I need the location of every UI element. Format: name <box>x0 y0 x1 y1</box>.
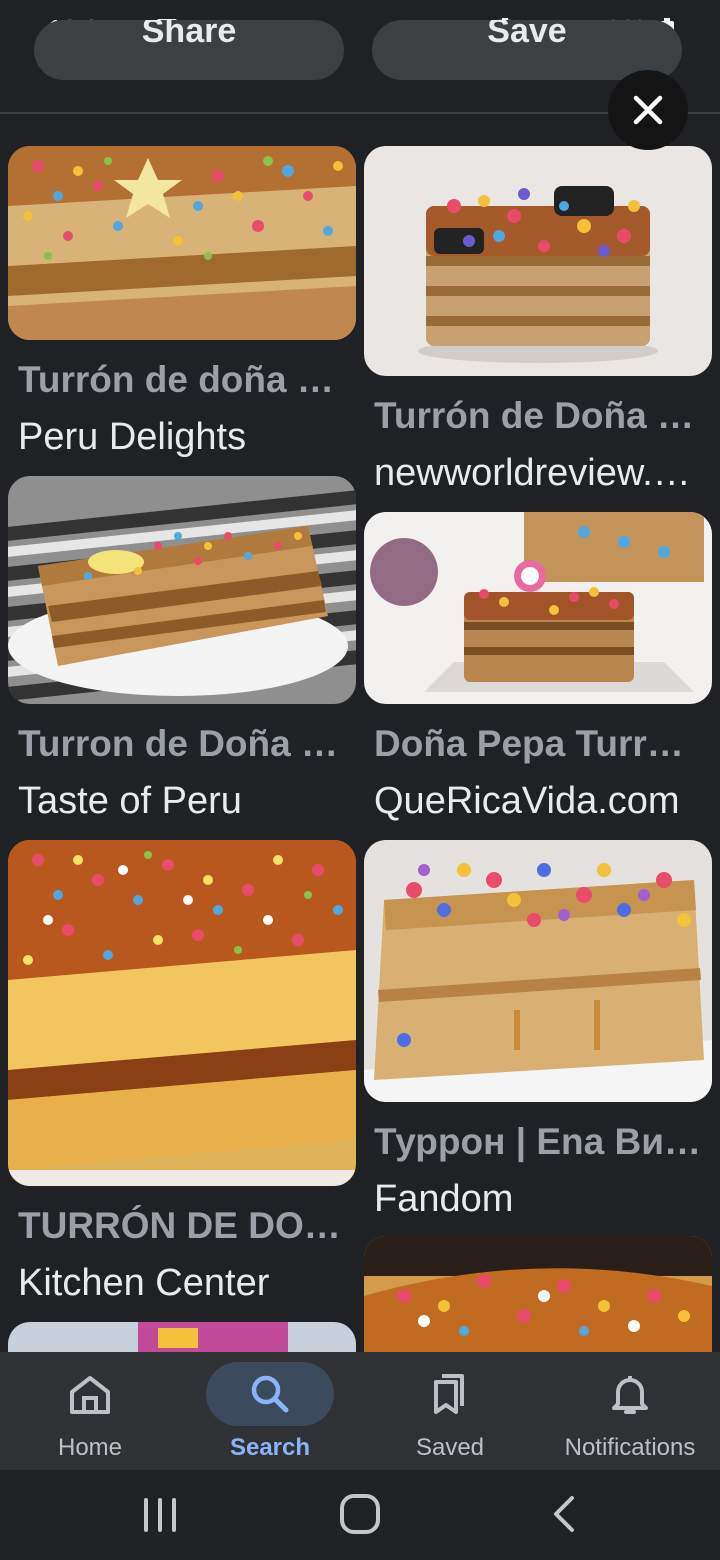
result-title[interactable]: Turron de Doña … <box>8 722 356 766</box>
result-thumbnail[interactable] <box>364 146 712 376</box>
save-button-label: Save <box>487 20 567 50</box>
bell-icon <box>606 1372 654 1421</box>
result-card[interactable]: Turron de Doña … Taste of Peru <box>8 476 356 824</box>
result-source[interactable]: newworldreview.… <box>364 450 712 496</box>
result-source[interactable]: Kitchen Center <box>8 1260 356 1306</box>
result-thumbnail[interactable] <box>364 1236 712 1352</box>
result-source[interactable]: Taste of Peru <box>8 778 356 824</box>
saved-icon <box>426 1372 474 1421</box>
result-source[interactable]: Peru Delights <box>8 414 356 460</box>
result-source[interactable]: Fandom <box>364 1176 712 1222</box>
result-title[interactable]: Doña Pepa Turr… <box>364 722 712 766</box>
share-button-label: Share <box>141 20 237 50</box>
home-icon <box>66 1372 114 1421</box>
nav-notifications[interactable]: Notifications <box>540 1352 720 1470</box>
image-results-grid: Turrón de doña … Peru Delights Turrón de <box>0 114 720 1352</box>
nav-search-label: Search <box>229 1434 311 1461</box>
nav-saved-label: Saved <box>415 1434 485 1461</box>
result-title[interactable]: Туррон | Ena Ви… <box>364 1120 712 1164</box>
result-thumbnail[interactable] <box>8 840 356 1186</box>
result-card[interactable]: Туррон | Ena Ви… Fandom <box>364 840 712 1222</box>
nav-search[interactable]: Search <box>180 1352 360 1470</box>
recents-icon[interactable] <box>140 1492 180 1541</box>
nav-saved[interactable]: Saved <box>360 1352 540 1470</box>
result-thumbnail[interactable] <box>8 146 356 340</box>
result-title[interactable]: Turrón de Doña … <box>364 394 712 438</box>
result-card[interactable]: Turrón de doña … Peru Delights <box>8 146 356 460</box>
system-navigation <box>0 1470 720 1560</box>
result-title[interactable]: Turrón de doña … <box>8 358 356 402</box>
back-icon[interactable] <box>544 1492 584 1541</box>
result-thumbnail[interactable] <box>364 840 712 1102</box>
result-source[interactable]: QueRicaVida.com <box>364 778 712 824</box>
home-circle-icon[interactable] <box>338 1492 382 1541</box>
result-card[interactable]: Turrón de Doña … newworldreview.… <box>364 146 712 496</box>
nav-notifications-label: Notifications <box>564 1434 696 1461</box>
result-card[interactable] <box>8 1322 356 1352</box>
bottom-navigation: Home Search Saved Notifications <box>0 1352 720 1470</box>
result-card[interactable] <box>364 1236 712 1352</box>
nav-home-label: Home <box>57 1434 123 1461</box>
result-title[interactable]: TURRÓN DE DO… <box>8 1204 356 1248</box>
result-card[interactable]: Doña Pepa Turr… QueRicaVida.com <box>364 512 712 824</box>
result-thumbnail[interactable] <box>8 476 356 704</box>
close-button[interactable] <box>608 70 688 150</box>
search-icon <box>246 1372 294 1421</box>
result-card[interactable]: TURRÓN DE DO… Kitchen Center <box>8 840 356 1306</box>
result-thumbnail[interactable] <box>8 1322 356 1352</box>
share-button[interactable]: Share <box>34 20 344 80</box>
result-thumbnail[interactable] <box>364 512 712 704</box>
nav-home[interactable]: Home <box>0 1352 180 1470</box>
close-icon <box>633 95 663 125</box>
